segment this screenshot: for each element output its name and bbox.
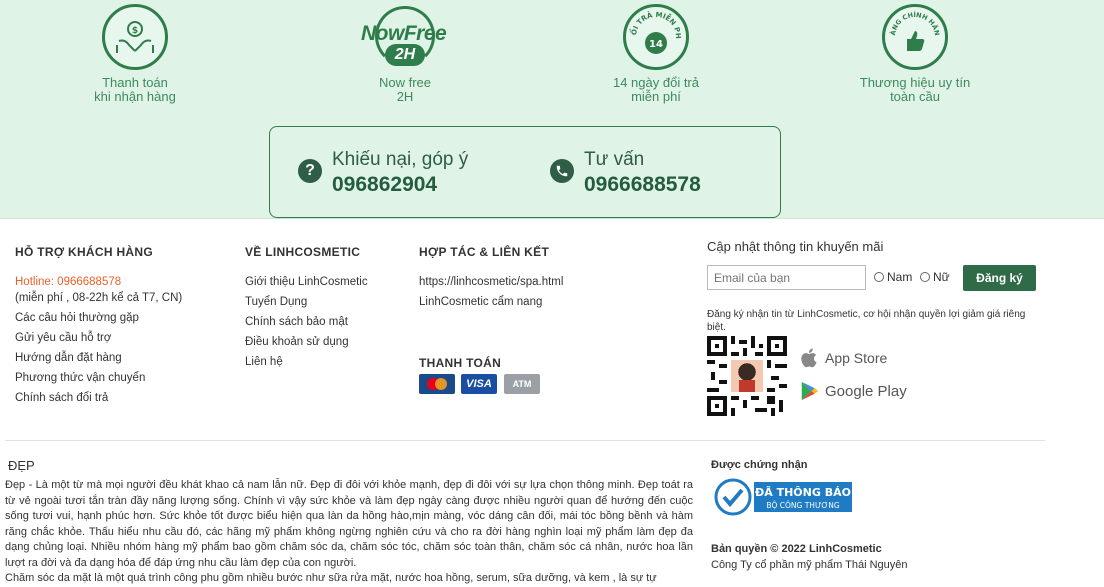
feature-line2: toàn cầu [890,89,940,104]
about-link[interactable]: Điều khoản sử dụng [245,336,349,348]
support-title: HỖ TRỢ KHÁCH HÀNG [15,245,153,259]
now-free-logo-text: NowFree [361,22,447,45]
beauty-paragraph: Đẹp - Là một từ mà mọi người đều khát kh… [5,479,693,569]
certification-title: Được chứng nhận [711,459,808,471]
feature-line1: Thương hiệu uy tín [859,75,971,90]
hands-money-icon: $ [102,4,168,70]
feature-cod: $ Thanh toán khi nhận hàng [35,4,235,104]
divider [5,440,1045,441]
gender-female-radio[interactable]: Nữ [920,270,950,284]
svg-text:HÀNG CHÍNH HÃNG: HÀNG CHÍNH HÃNG [885,7,941,36]
google-play-label: Google Play [825,382,907,400]
badge-sub-text: BỘ CÔNG THƯƠNG [766,501,839,510]
app-store-label: App Store [825,350,888,366]
complaint-phone[interactable]: 096862904 [332,173,437,197]
now-free-logo-sub: 2H [385,44,425,66]
feature-genuine: HÀNG CHÍNH HÃNG Thương hiệu uy tín toàn … [815,4,1015,104]
badge-main-text: ĐÃ THÔNG BÁO [755,486,851,499]
about-link[interactable]: Liên hệ [245,356,283,368]
genuine-brand-icon: HÀNG CHÍNH HÃNG [882,4,948,70]
benefits-band: $ Thanh toán khi nhận hàng NowFree 2H No… [0,0,1104,219]
feature-line2: 2H [396,89,414,104]
about-link[interactable]: Giới thiệu LinhCosmetic [245,276,368,288]
svg-text:$: $ [132,26,138,36]
company-name: Công Ty cổ phần mỹ phẩm Thái Nguyên [711,559,908,571]
feature-now-free: NowFree 2H Now free 2H [305,4,505,104]
support-link[interactable]: Hướng dẫn đặt hàng [15,352,122,364]
feature-line2: khi nhận hàng [94,89,176,104]
support-link[interactable]: Chính sách đổi trả [15,392,108,404]
apple-icon [801,348,817,368]
email-input[interactable] [707,265,866,290]
google-play-link[interactable]: Google Play [799,379,907,403]
gender-male-radio[interactable]: Nam [874,270,912,284]
partner-link[interactable]: LinhCosmetic cẩm nang [419,296,542,308]
feature-return: ĐỔI TRẢ MIỄN PHÍ 14 14 ngày đổi trả miễn… [556,4,756,104]
google-play-icon [801,381,819,401]
feature-line1: 14 ngày đổi trả [612,75,699,90]
registered-badge[interactable]: ĐÃ THÔNG BÁO BỘ CÔNG THƯƠNG [714,478,852,516]
support-link[interactable]: Các câu hỏi thường gặp [15,312,139,324]
gender-female-label: Nữ [933,270,950,284]
14-day-return-icon: ĐỔI TRẢ MIỄN PHÍ 14 [623,4,689,70]
feature-line2: miễn phí [631,89,681,104]
newsletter-title: Cập nhật thông tin khuyến mãi [707,239,884,254]
complaint-label: Khiếu nại, góp ý [332,149,469,170]
consult-label: Tư vấn [584,149,645,170]
app-store-link[interactable]: App Store [799,346,887,370]
visa-icon: VISA [461,374,497,394]
atm-icon: ATM [504,374,540,394]
mastercard-icon [419,374,455,394]
partner-title: HỢP TÁC & LIÊN KẾT [419,245,550,259]
partner-link[interactable]: https://linhcosmetic/spa.html [419,276,563,288]
qr-code-icon[interactable] [707,336,787,416]
about-title: VỀ LINHCOSMETIC [245,245,361,259]
gender-male-label: Nam [887,270,913,284]
beauty-title: ĐẸP [8,458,35,473]
copyright: Bản quyền © 2022 LinhCosmetic [711,543,882,555]
support-link[interactable]: Gửi yêu cầu hỗ trợ [15,332,111,344]
support-link[interactable]: Phương thức vận chuyển [15,372,145,384]
hotline-note: (miễn phí , 08-22h kể cả T7, CN) [15,292,183,304]
hotline-link[interactable]: Hotline: 0966688578 [15,276,121,288]
about-link[interactable]: Tuyển Dụng [245,296,307,308]
newsletter-note: Đăng ký nhận tin từ LinhCosmetic, cơ hội… [707,309,1026,333]
return-logo-num: 14 [649,39,663,50]
beauty-paragraph-2: Chăm sóc da mặt là một quá trình công ph… [5,572,657,584]
phone-icon [550,159,574,183]
now-free-2h-icon: NowFree 2H [357,4,453,74]
contact-box: ? Khiếu nại, góp ý 096862904 Tư vấn 0966… [269,126,781,218]
question-icon: ? [298,159,322,183]
register-button[interactable]: Đăng ký [963,265,1036,291]
about-link[interactable]: Chính sách bảo mật [245,316,348,328]
feature-line1: Now free [378,75,432,90]
genuine-logo-text: HÀNG CHÍNH HÃNG [885,7,941,36]
payment-title: THANH TOÁN [419,356,502,370]
beauty-text: Đẹp - Là một từ mà mọi người đều khát kh… [5,478,693,587]
feature-line1: Thanh toán [102,75,168,90]
consult-phone[interactable]: 0966688578 [584,173,701,197]
